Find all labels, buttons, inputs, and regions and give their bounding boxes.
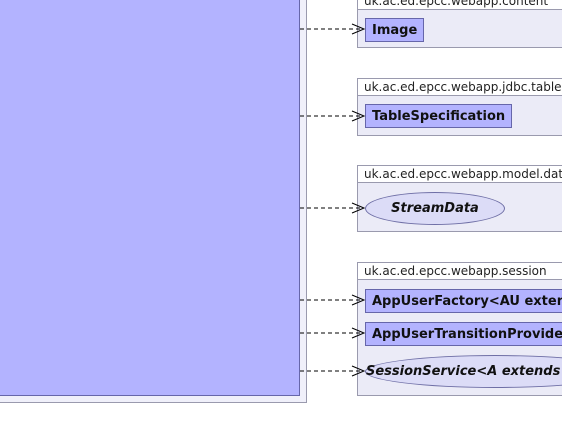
uml-diagram: uk.ac.ed.epcc.webapp.content Image uk.ac… — [0, 0, 562, 441]
dependency-connectors — [300, 23, 366, 377]
